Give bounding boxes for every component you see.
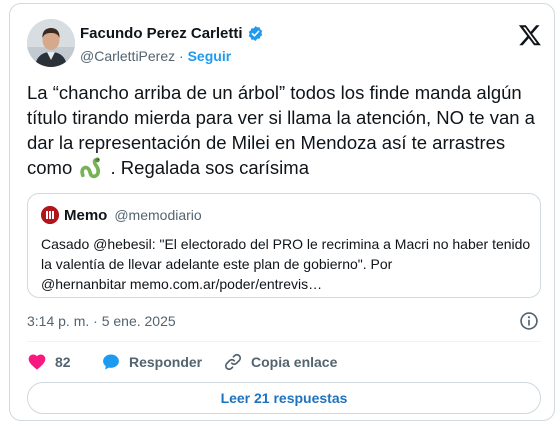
snake-emoji-icon: [80, 157, 101, 179]
reply-bubble-icon: [103, 354, 119, 370]
actions-divider: [27, 341, 541, 342]
tweet-text: La “chancho arriba de un árbol” todos lo…: [27, 80, 543, 180]
info-icon[interactable]: [519, 311, 539, 331]
heart-icon: [28, 354, 46, 370]
link-icon: [224, 353, 242, 371]
tweet-text-end: . Regalada sos carísima: [110, 157, 309, 178]
copy-link-label: Copia enlace: [251, 354, 338, 370]
handle-separator: ·: [179, 48, 184, 64]
verified-badge-icon: [248, 26, 262, 41]
author-handle-row: @CarlettiPerez · Seguir: [80, 48, 231, 64]
reply-button[interactable]: Responder: [101, 352, 202, 372]
read-replies-button[interactable]: Leer 21 respuestas: [27, 382, 541, 414]
quoted-tweet-header: Memo @memodiario: [41, 206, 202, 224]
like-button[interactable]: 82: [27, 352, 71, 372]
x-logo-icon[interactable]: [518, 23, 542, 47]
tweet-card: Facundo Perez Carletti @CarlettiPerez · …: [9, 3, 555, 421]
tweet-timestamp[interactable]: 3:14 p. m. · 5 ene. 2025: [27, 313, 176, 329]
quoted-tweet-text: Casado @hebesil: "El electorado del PRO …: [41, 236, 531, 292]
like-count: 82: [55, 354, 71, 370]
copy-link-button[interactable]: Copia enlace: [223, 352, 337, 372]
memo-logo-icon: [41, 206, 59, 224]
author-name-row[interactable]: Facundo Perez Carletti: [80, 25, 264, 42]
reply-label: Responder: [129, 354, 203, 370]
follow-button[interactable]: Seguir: [188, 48, 232, 64]
quoted-tweet[interactable]: Memo @memodiario Casado @hebesil: "El el…: [27, 193, 541, 298]
author-handle[interactable]: @CarlettiPerez: [80, 48, 175, 64]
avatar-portrait-icon: [27, 19, 75, 67]
quoted-author-name: Memo: [64, 206, 108, 224]
quoted-author-handle: @memodiario: [114, 207, 202, 223]
author-avatar[interactable]: [27, 19, 75, 67]
author-name[interactable]: Facundo Perez Carletti: [80, 25, 243, 42]
